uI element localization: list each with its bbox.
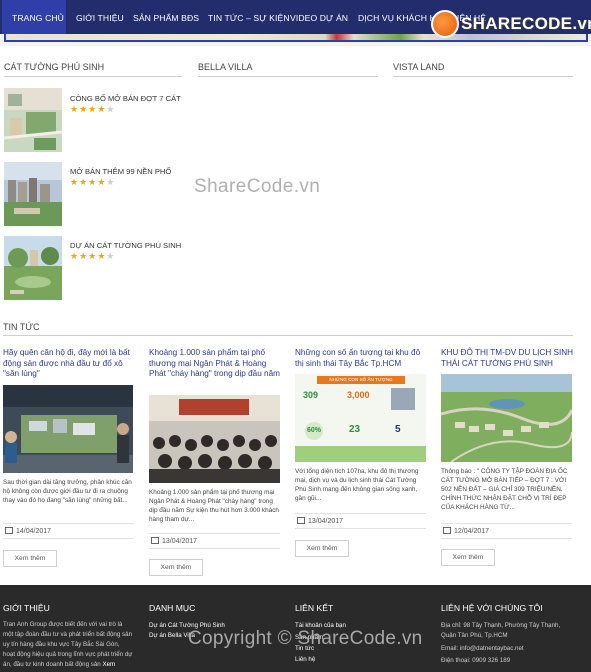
- divider: [3, 335, 573, 336]
- footer-category-title: DANH MỤC: [149, 603, 196, 613]
- project-thumbnail[interactable]: [4, 236, 62, 300]
- news-image[interactable]: [441, 374, 572, 462]
- project-title[interactable]: DỰ ÁN CÁT TƯỜNG PHÚ SINH: [70, 241, 181, 250]
- watermark-copyright: Copyright © ShareCode.vn: [188, 628, 423, 649]
- tab-bella-villa[interactable]: BELLA VILLA: [198, 62, 253, 72]
- footer-email[interactable]: Email: info@datnentaybac.net: [441, 644, 573, 654]
- footer-about-title: GIỚI THIỆU: [3, 603, 50, 613]
- news-excerpt: Với tổng diện tích 107ha, khu đô thị thư…: [295, 468, 419, 502]
- sharecode-logo: SHARECODE.vn: [431, 10, 591, 40]
- calendar-icon: [151, 537, 159, 544]
- divider: [198, 76, 378, 77]
- tab-vista-land[interactable]: VISTA LAND: [393, 62, 444, 72]
- news-date: 12/04/2017: [441, 523, 572, 539]
- project-title[interactable]: MỞ BÁN THÊM 99 NỀN PHỐ: [70, 167, 171, 176]
- news-excerpt: Thông báo : " CÔNG TY TẬP ĐOÀN ĐỊA ỐC CÁ…: [441, 468, 568, 511]
- project-thumbnail[interactable]: [4, 162, 62, 226]
- news-date: 13/04/2017: [295, 513, 426, 529]
- nav-item-video[interactable]: VIDEO DỰ ÁN: [290, 0, 348, 34]
- watermark-text: ShareCode.vn: [194, 176, 321, 197]
- news-excerpt: Sau thời gian dài tăng trưởng, phân khúc…: [3, 479, 132, 504]
- divider: [4, 76, 182, 77]
- footer-about-text: Tran Anh Group được biết đến với vai trò…: [3, 621, 133, 668]
- news-date: 14/04/2017: [3, 523, 134, 539]
- read-more-button[interactable]: Xem thêm: [149, 559, 203, 576]
- nav-item-about[interactable]: GIỚI THIỆU: [76, 0, 124, 34]
- calendar-icon: [297, 517, 305, 524]
- project-thumbnail[interactable]: [4, 88, 62, 152]
- divider: [393, 76, 573, 77]
- calendar-icon: [443, 527, 451, 534]
- calendar-icon: [5, 527, 13, 534]
- news-date: 13/04/2017: [149, 533, 280, 549]
- news-image[interactable]: [3, 385, 133, 473]
- footer-links-title: LIÊN KẾT: [295, 603, 334, 613]
- tab-cat-tuong[interactable]: CÁT TƯỜNG PHÚ SINH: [4, 62, 104, 72]
- footer-link-contact[interactable]: Liên hệ: [295, 656, 315, 663]
- news-image[interactable]: [149, 395, 280, 483]
- news-title[interactable]: Khoảng 1.000 sản phẩm tại phố thương mại…: [149, 348, 282, 380]
- project-title[interactable]: CÔNG BỐ MỞ BÁN ĐỢT 7 CÁT: [70, 94, 181, 103]
- rating-stars: ★★★★★: [70, 251, 116, 261]
- infographic-header: NHỮNG CON SỐ ẤN TƯỢNG: [317, 376, 405, 384]
- news-title[interactable]: KHU ĐÔ THỊ TM-DV DU LỊCH SINH THÁI CÁT T…: [441, 348, 575, 369]
- nav-item-products[interactable]: SẢN PHẨM BĐS: [133, 0, 199, 34]
- rating-stars: ★★★★★: [70, 104, 116, 114]
- news-excerpt: Khoảng 1.000 sản phẩm tại phố thương mại…: [149, 489, 279, 523]
- read-more-button[interactable]: Xem thêm: [295, 540, 349, 557]
- read-more-button[interactable]: Xem thêm: [3, 550, 57, 567]
- nav-item-news[interactable]: TIN TỨC – SỰ KIỆN: [208, 0, 290, 34]
- read-more-button[interactable]: Xem thêm: [441, 549, 495, 566]
- news-title[interactable]: Hãy quên căn hộ đi, đây mới là bất động …: [3, 348, 136, 380]
- footer-phone: Điện thoại: 0909 326 189: [441, 657, 511, 664]
- news-heading: TIN TỨC: [3, 322, 40, 332]
- footer-address: Địa chỉ: 98 Tây Thạnh, Phường Tây Thạnh,…: [441, 622, 561, 639]
- rating-stars: ★★★★★: [70, 177, 116, 187]
- footer-contact-title: LIÊN HỆ VỚI CHÚNG TÔI: [441, 603, 543, 613]
- nav-item-home[interactable]: TRANG CHỦ: [2, 0, 66, 34]
- news-title[interactable]: Những con số ấn tượng tại khu đô thị sin…: [295, 348, 427, 369]
- news-image[interactable]: NHỮNG CON SỐ ẤN TƯỢNG 309 3,000 60% 23 5: [295, 374, 426, 462]
- footer-about-more-link[interactable]: Xem: [102, 661, 115, 668]
